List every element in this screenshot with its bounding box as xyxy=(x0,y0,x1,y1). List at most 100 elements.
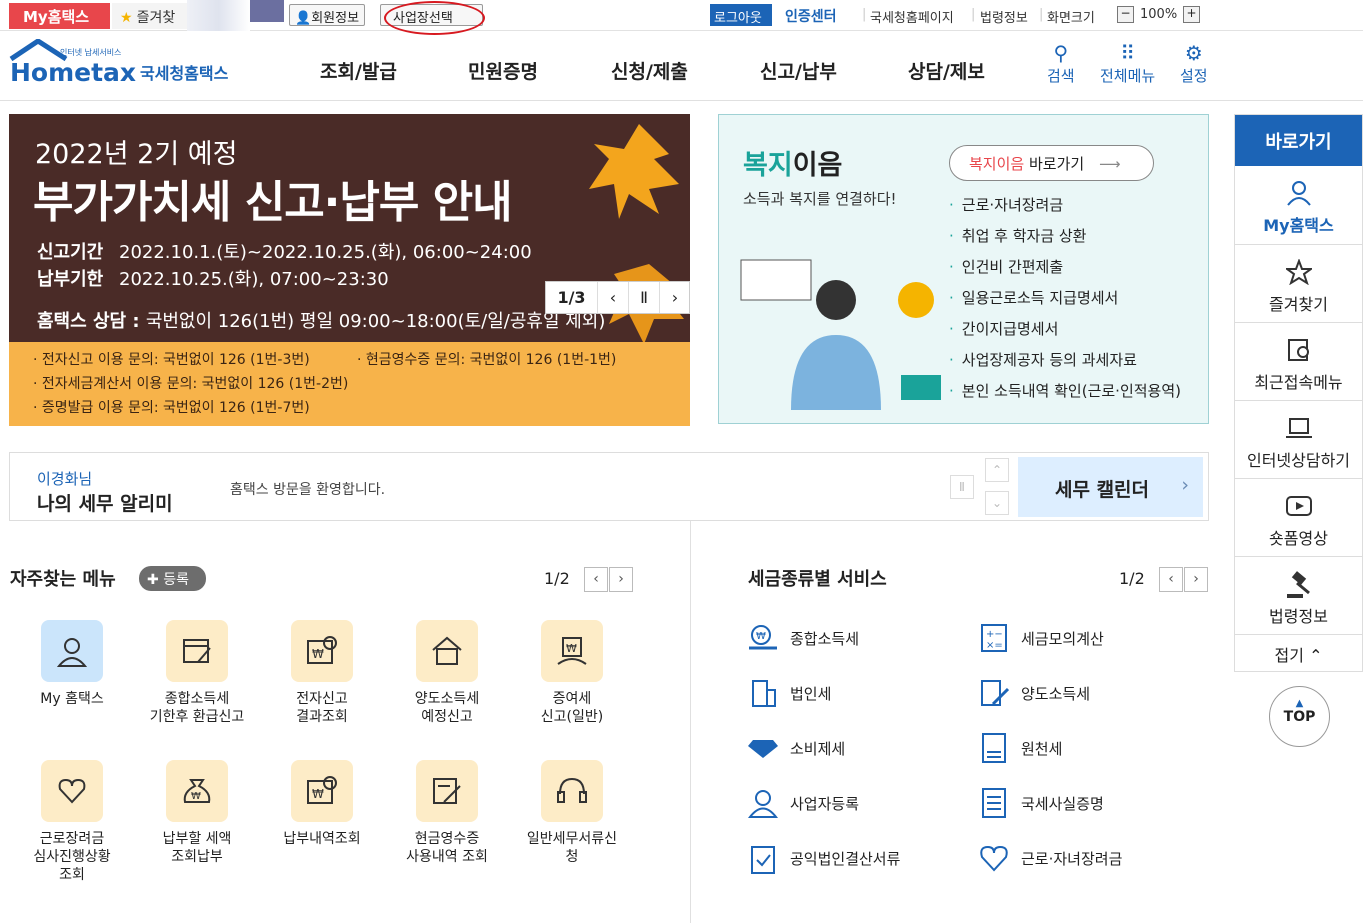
banner-prev-button[interactable]: ‹ xyxy=(598,282,629,313)
my-hometax-tab[interactable]: My홈택스 xyxy=(9,3,110,29)
favorites-next-button[interactable]: › xyxy=(609,567,633,592)
tax-item-work-child-incentive[interactable]: 근로·자녀장려금 xyxy=(977,841,1122,875)
quick-online-consult[interactable]: 인터넷상담하기 xyxy=(1235,401,1362,479)
logo-kr-text: 국세청홈택스 xyxy=(140,64,229,83)
coin-hand-icon: ₩ xyxy=(746,621,780,655)
zoom-in-button[interactable]: + xyxy=(1183,6,1200,23)
fav-label: 증여세 신고(일반) xyxy=(540,691,604,725)
blurred-region xyxy=(187,0,250,31)
fav-item-transfer-income[interactable]: 양도소득세 예정신고 xyxy=(397,620,497,726)
alert-up-button[interactable]: ⌃ xyxy=(985,458,1009,482)
fav-item-income-refund[interactable]: 종합소득세 기한후 환급신고 xyxy=(147,620,247,726)
logout-button[interactable]: 로그아웃 xyxy=(710,4,772,26)
fav-item-my-hometax[interactable]: My 홈택스 xyxy=(22,620,122,708)
banner-note: · 현금영수증 문의: 국번없이 126 (1번-1번) xyxy=(357,352,617,368)
favorites-prev-button[interactable]: ‹ xyxy=(584,567,608,592)
banner-next-button[interactable]: › xyxy=(660,282,690,313)
fav-label: 종합소득세 기한후 환급신고 xyxy=(149,691,245,725)
tax-item-withholding[interactable]: 원천세 xyxy=(977,731,1062,765)
fav-item-document-request[interactable]: 일반세무서류신청 xyxy=(522,760,622,866)
star-outline-icon xyxy=(1235,259,1362,287)
fav-item-efiling-result[interactable]: ₩ 전자신고 결과조회 xyxy=(272,620,372,726)
welfare-illustration-icon xyxy=(740,259,941,410)
nav-certificate[interactable]: 민원증명 xyxy=(468,57,538,84)
fav-item-tax-payment[interactable]: ₩ 납부할 세액 조회납부 xyxy=(147,760,247,866)
banner-page-indicator: 1/3 xyxy=(546,282,598,313)
quick-shortform-video[interactable]: 숏폼영상 xyxy=(1235,479,1362,557)
money-bag-icon: ₩ xyxy=(166,760,228,822)
quick-fold-button[interactable]: 접기 ⌃ xyxy=(1235,635,1362,671)
blurred-region-dark xyxy=(250,0,284,22)
nav-consult[interactable]: 상담/제보 xyxy=(908,57,985,84)
banner-pause-button[interactable]: Ⅱ xyxy=(629,282,660,313)
favorites-tab[interactable]: ★ 즐겨찾 xyxy=(112,3,188,29)
zoom-out-button[interactable]: − xyxy=(1117,6,1134,23)
tax-item-transfer-income[interactable]: 양도소득세 xyxy=(977,676,1090,710)
tax-item-business-reg[interactable]: 사업자등록 xyxy=(746,786,859,820)
welfare-panel: 복지이음 소득과 복지를 연결하다! 복지이음 바로가기 ⟶ 근로·자녀장려금 … xyxy=(718,114,1209,424)
quick-favorites[interactable]: 즐겨찾기 xyxy=(1235,245,1362,323)
tax-services-prev-button[interactable]: ‹ xyxy=(1159,567,1183,592)
settings-button[interactable]: ⚙ 설정 xyxy=(1180,41,1208,86)
tax-item-public-corp[interactable]: 공익법인결산서류 xyxy=(746,841,900,875)
quick-law-info[interactable]: 법령정보 xyxy=(1235,557,1362,635)
nav-report-pay[interactable]: 신고/납부 xyxy=(760,57,837,84)
person-icon xyxy=(746,786,780,820)
banner-notes-area: · 전자신고 이용 문의: 국번없이 126 (1번-3번) · 현금영수증 문… xyxy=(9,342,690,426)
register-label: 등록 xyxy=(163,572,189,588)
alert-pause-button[interactable]: Ⅱ xyxy=(950,475,974,499)
welfare-item[interactable]: 본인 소득내역 확인(근로·인적용역) xyxy=(949,381,1181,412)
welfare-title-b: 이음 xyxy=(792,150,843,181)
quick-recent-menu[interactable]: 최근접속메뉴 xyxy=(1235,323,1362,401)
search-label: 검색 xyxy=(1047,67,1075,85)
nts-home-link[interactable]: 국세청홈페이지 xyxy=(870,7,954,26)
fav-item-cash-receipt[interactable]: 현금영수증 사용내역 조회 xyxy=(397,760,497,866)
certificate-icon xyxy=(977,786,1011,820)
welfare-link-button[interactable]: 복지이음 바로가기 ⟶ xyxy=(949,145,1154,181)
logo-small-text: 인터넷 납세서비스 xyxy=(60,47,121,57)
tax-label: 종합소득세 xyxy=(790,629,860,648)
law-info-link[interactable]: 법령정보 xyxy=(980,7,1028,26)
welfare-item[interactable]: 인건비 간편제출 xyxy=(949,257,1181,288)
quick-my-hometax[interactable]: My홈택스 xyxy=(1235,166,1362,245)
tax-item-corporate[interactable]: 법인세 xyxy=(746,676,831,710)
tax-services-next-button[interactable]: › xyxy=(1184,567,1208,592)
main-banner[interactable]: 2022년 2기 예정 부가가치세 신고·납부 안내 신고기간 2022.10.1… xyxy=(9,114,690,426)
calculator-icon: +− ×= xyxy=(977,621,1011,655)
top-utility-bar: My홈택스 ★ 즐겨찾 👤회원정보 사업장선택 로그아웃 인증센터 | 국세청홈페… xyxy=(0,0,1363,35)
tax-alert-bar: 이경화님 나의 세무 알리미 홈택스 방문을 환영합니다. Ⅱ ⌃ ⌄ 세무 캘… xyxy=(9,452,1209,521)
nav-application[interactable]: 신청/제출 xyxy=(611,57,688,84)
document-pen-icon xyxy=(977,676,1011,710)
welfare-item[interactable]: 취업 후 학자금 상환 xyxy=(949,226,1181,257)
fav-item-gift-tax[interactable]: ₩ 증여세 신고(일반) xyxy=(522,620,622,726)
tax-item-global-income[interactable]: ₩ 종합소득세 xyxy=(746,621,859,655)
fav-item-payment-history[interactable]: ₩ 납부내역조회 xyxy=(272,760,372,848)
cert-center-link[interactable]: 인증센터 xyxy=(785,6,837,26)
banner-title: 부가가치세 신고·납부 안내 xyxy=(33,177,513,228)
welfare-item[interactable]: 사업장제공자 등의 과세자료 xyxy=(949,350,1181,381)
fav-item-work-incentive[interactable]: 근로장려금 심사진행상황 조회 xyxy=(22,760,122,884)
top-button[interactable]: ▲ TOP xyxy=(1269,686,1330,747)
register-button[interactable]: ✚ 등록 xyxy=(139,566,206,591)
welfare-item[interactable]: 일용근로소득 지급명세서 xyxy=(949,288,1181,319)
all-menu-button[interactable]: ⠿ 전체메뉴 xyxy=(1100,41,1155,86)
chevron-up-icon: ⌃ xyxy=(1309,646,1323,665)
tax-calendar-button[interactable]: 세무 캘린더 › xyxy=(1018,457,1203,517)
nav-inquiry[interactable]: 조회/발급 xyxy=(320,57,397,84)
tax-item-tax-certificate[interactable]: 국세사실증명 xyxy=(977,786,1104,820)
welfare-item[interactable]: 간이지급명세서 xyxy=(949,319,1181,350)
tax-item-simulation[interactable]: +− ×= 세금모의계산 xyxy=(977,621,1104,655)
welfare-item[interactable]: 근로·자녀장려금 xyxy=(949,195,1181,226)
search-button[interactable]: ⚲ 검색 xyxy=(1047,41,1075,86)
quick-label: 즐겨찾기 xyxy=(1269,295,1328,314)
tax-item-consumption[interactable]: 소비제세 xyxy=(746,731,845,765)
quick-label: 인터넷상담하기 xyxy=(1246,451,1351,470)
favorites-page: 1/2 xyxy=(544,569,570,588)
banner-pay-deadline: 납부기한 2022.10.25.(화), 07:00~23:30 xyxy=(37,265,389,291)
hometax-logo[interactable]: 인터넷 납세서비스 Hometax 국세청홈택스 xyxy=(8,38,238,95)
quick-label: 숏폼영상 xyxy=(1269,529,1328,548)
grid-icon: ⠿ xyxy=(1120,41,1135,65)
clipboard-check-icon xyxy=(746,841,780,875)
alert-down-button[interactable]: ⌄ xyxy=(985,491,1009,515)
member-info-button[interactable]: 👤회원정보 xyxy=(289,4,366,26)
